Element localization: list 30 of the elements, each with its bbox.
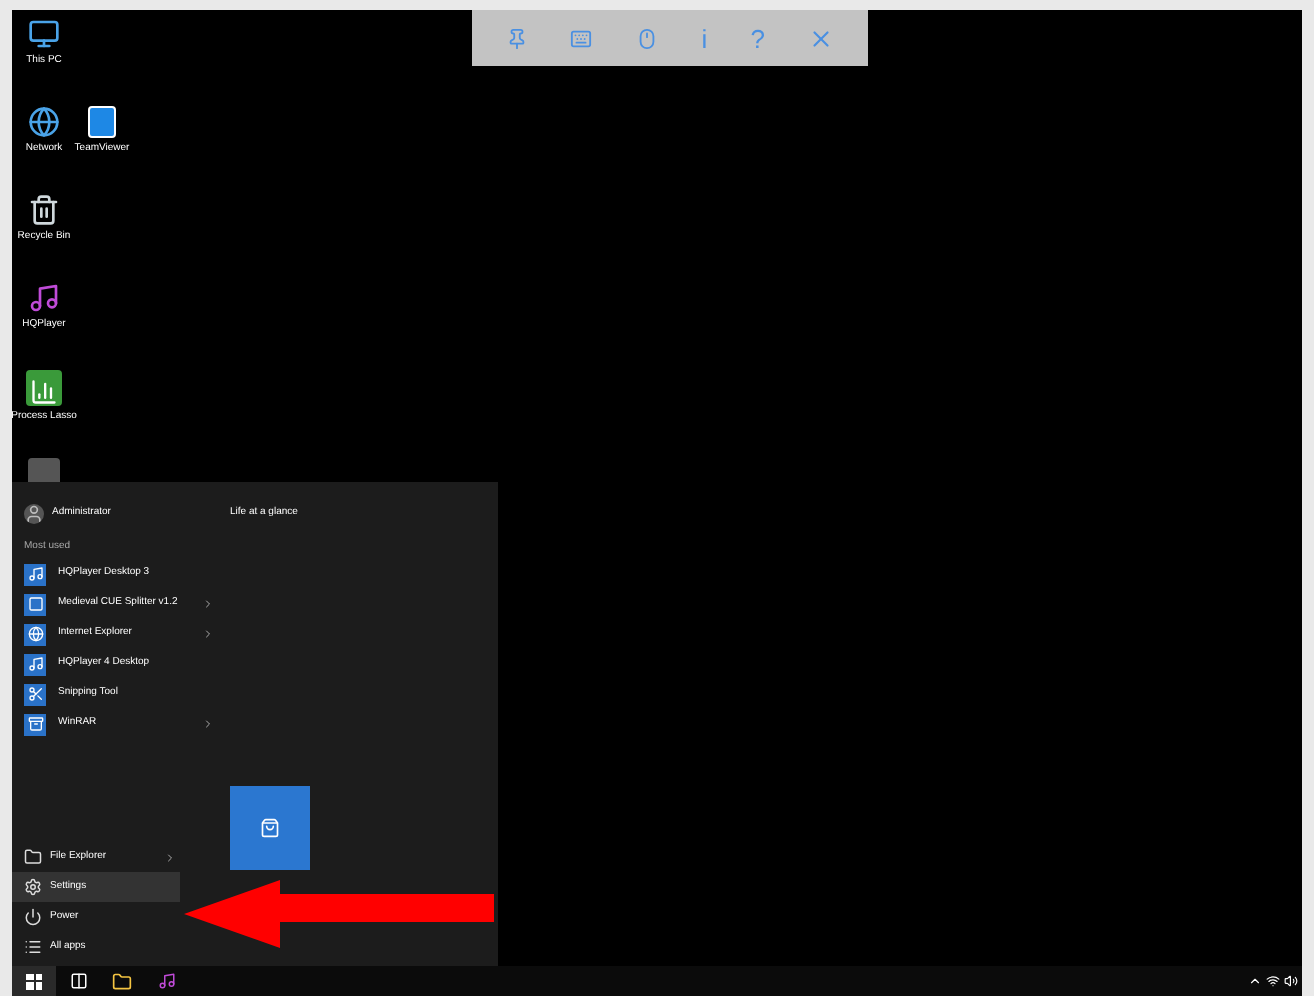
chevron-right-icon <box>164 851 176 863</box>
store-tile[interactable] <box>230 786 310 870</box>
chart-app-icon[interactable] <box>26 370 62 406</box>
settings-icon <box>24 878 42 896</box>
app-icon <box>24 563 46 585</box>
app-icon[interactable] <box>88 106 116 138</box>
volume-icon[interactable] <box>1284 974 1298 988</box>
music-note-icon[interactable] <box>157 972 175 990</box>
user-avatar-icon[interactable] <box>24 503 44 523</box>
chevron-right-icon <box>202 598 214 610</box>
folder-icon[interactable] <box>112 971 132 991</box>
app-icon <box>24 593 46 615</box>
music-note-icon[interactable] <box>28 282 60 314</box>
globe-icon[interactable] <box>28 106 60 138</box>
folder-icon <box>24 848 42 866</box>
network-icon[interactable] <box>1266 974 1280 988</box>
shopping-bag-icon <box>260 818 280 838</box>
app-icon <box>24 683 46 705</box>
monitor-icon[interactable] <box>28 18 60 50</box>
windows-logo-icon[interactable] <box>26 973 42 989</box>
app-icon <box>24 623 46 645</box>
chevron-right-icon <box>202 628 214 640</box>
trash-icon[interactable] <box>28 194 60 226</box>
app-icon <box>24 713 46 735</box>
power-icon <box>24 908 42 926</box>
chevron-right-icon <box>202 718 214 730</box>
app-icon <box>24 653 46 675</box>
task-view-icon[interactable] <box>69 972 87 990</box>
list-icon <box>24 938 42 956</box>
chevron-up-icon[interactable] <box>1248 974 1262 988</box>
